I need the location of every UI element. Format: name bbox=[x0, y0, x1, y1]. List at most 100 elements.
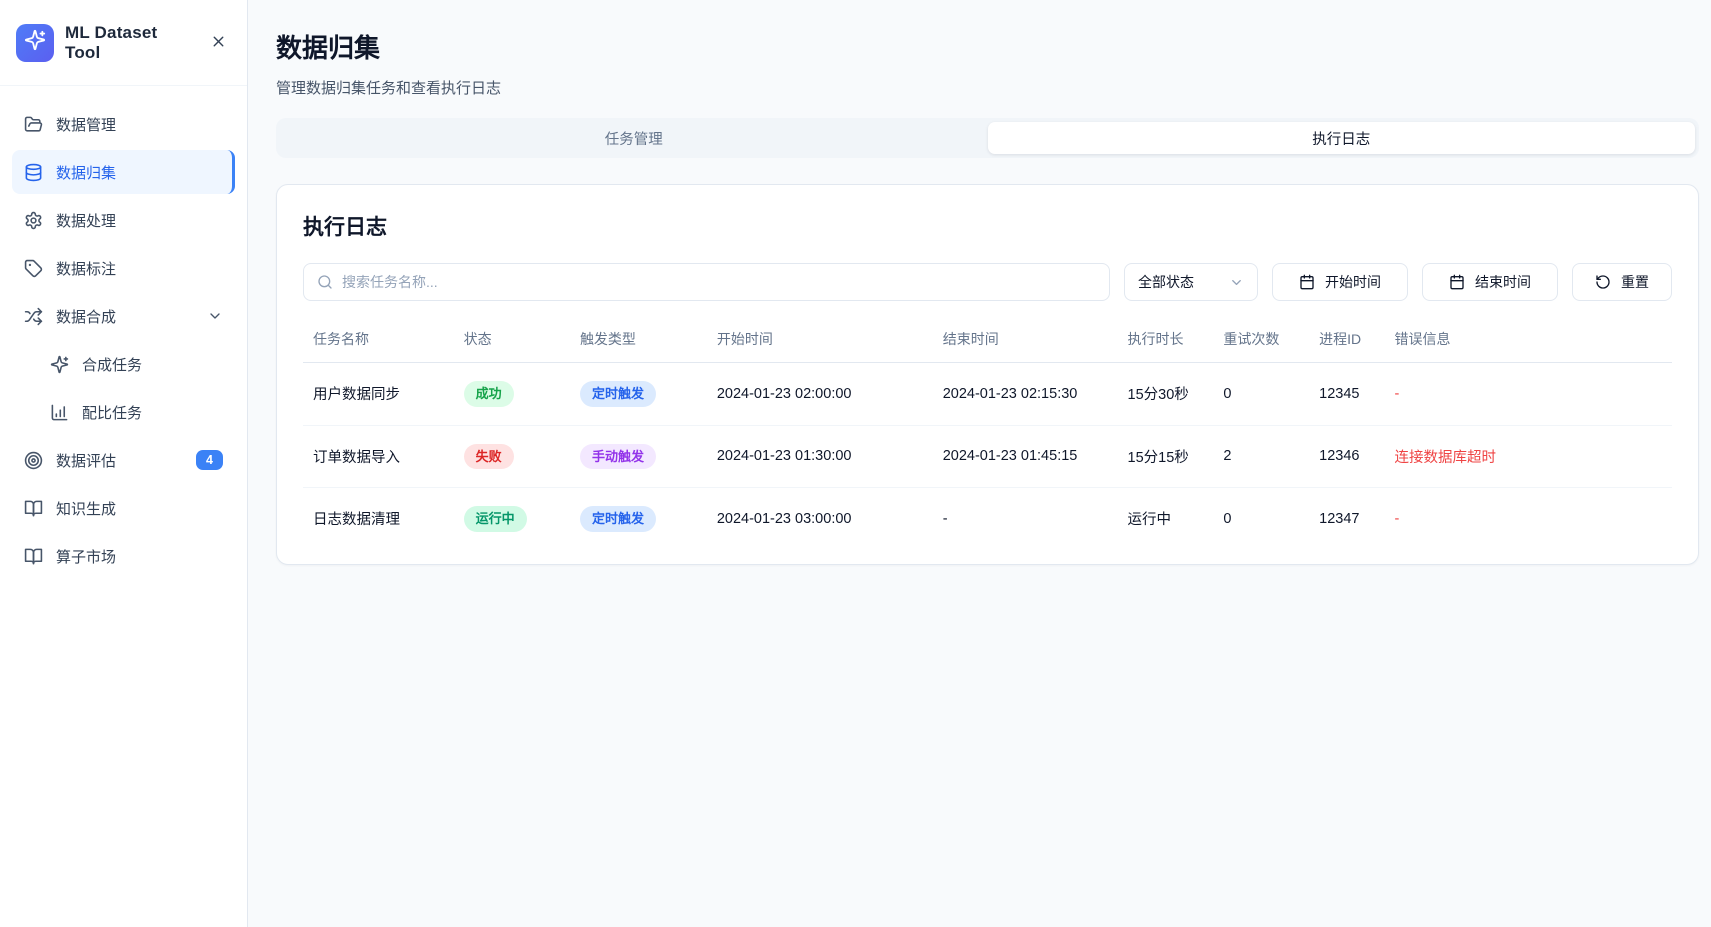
bar-chart-icon bbox=[50, 403, 69, 422]
filter-bar: 全部状态 开始时间 结束时间 bbox=[303, 263, 1672, 301]
tab-task-management[interactable]: 任务管理 bbox=[280, 122, 988, 154]
trigger-cell: 定时触发 bbox=[570, 488, 707, 550]
count-badge: 4 bbox=[196, 450, 223, 470]
sidebar-item-data-collection[interactable]: 数据归集 bbox=[12, 150, 235, 194]
duration-cell: 15分15秒 bbox=[1118, 425, 1214, 488]
tab-bar: 任务管理 执行日志 bbox=[276, 118, 1699, 158]
duration-cell: 运行中 bbox=[1118, 488, 1214, 550]
sidebar-item-data-evaluation[interactable]: 数据评估 4 bbox=[12, 438, 235, 482]
page-title: 数据归集 bbox=[276, 28, 1699, 65]
sidebar: ML Dataset Tool 数据管理数据归集数据处理数据标注数据合成合成任务… bbox=[0, 0, 248, 927]
status-filter-select[interactable]: 全部状态 bbox=[1124, 263, 1258, 301]
status-cell: 失败 bbox=[454, 425, 570, 488]
chevron-down-icon bbox=[207, 308, 223, 324]
status-badge: 成功 bbox=[464, 381, 514, 407]
sidebar-item-data-labeling[interactable]: 数据标注 bbox=[12, 246, 235, 290]
error-message-cell: - bbox=[1384, 363, 1672, 426]
book-open-icon bbox=[24, 499, 43, 518]
trigger-type-badge: 定时触发 bbox=[580, 381, 656, 407]
gear-icon bbox=[24, 211, 43, 230]
rotate-ccw-icon bbox=[1595, 274, 1611, 290]
tag-icon bbox=[24, 259, 43, 278]
sidebar-item-label: 数据评估 bbox=[56, 450, 183, 471]
trigger-type-badge: 定时触发 bbox=[580, 506, 656, 532]
calendar-icon bbox=[1449, 274, 1465, 290]
sparkles-icon bbox=[24, 29, 46, 56]
task-name-cell: 用户数据同步 bbox=[303, 363, 454, 426]
start-time-cell: 2024-01-23 01:30:00 bbox=[707, 425, 933, 488]
table-row: 用户数据同步成功 定时触发 2024-01-23 02:00:002024-01-2… bbox=[303, 363, 1672, 426]
start-time-button[interactable]: 开始时间 bbox=[1272, 263, 1408, 301]
end-time-label: 结束时间 bbox=[1475, 272, 1531, 292]
execution-logs-panel: 执行日志 全部状态 bbox=[276, 184, 1699, 565]
target-icon bbox=[24, 451, 43, 470]
column-header: 结束时间 bbox=[933, 315, 1118, 363]
pid-cell: 12345 bbox=[1309, 363, 1384, 426]
app-logo bbox=[16, 24, 54, 62]
reset-button[interactable]: 重置 bbox=[1572, 263, 1672, 301]
trigger-cell: 定时触发 bbox=[570, 363, 707, 426]
chevron-down-icon bbox=[1229, 275, 1244, 290]
status-cell: 成功 bbox=[454, 363, 570, 426]
sidebar-item-ratio-tasks[interactable]: 配比任务 bbox=[38, 390, 235, 434]
status-badge: 运行中 bbox=[464, 506, 527, 532]
page-subtitle: 管理数据归集任务和查看执行日志 bbox=[276, 77, 1699, 98]
column-header: 触发类型 bbox=[570, 315, 707, 363]
sidebar-item-label: 数据处理 bbox=[56, 210, 223, 231]
panel-title: 执行日志 bbox=[303, 211, 1672, 241]
sidebar-item-data-management[interactable]: 数据管理 bbox=[12, 102, 235, 146]
error-message-cell: - bbox=[1384, 488, 1672, 550]
main-content: 数据归集 管理数据归集任务和查看执行日志 任务管理 执行日志 执行日志 全部状态 bbox=[248, 0, 1711, 927]
retries-cell: 0 bbox=[1213, 363, 1309, 426]
log-table-body: 用户数据同步成功定时触发2024-01-23 02:00:002024-01-2… bbox=[303, 363, 1672, 550]
error-message-cell: 连接数据库超时 bbox=[1384, 425, 1672, 488]
status-badge: 失败 bbox=[464, 444, 514, 470]
column-header: 进程ID bbox=[1309, 315, 1384, 363]
task-name-cell: 日志数据清理 bbox=[303, 488, 454, 550]
end-time-button[interactable]: 结束时间 bbox=[1422, 263, 1558, 301]
sidebar-item-synthesis-tasks[interactable]: 合成任务 bbox=[38, 342, 235, 386]
retries-cell: 0 bbox=[1213, 488, 1309, 550]
duration-cell: 15分30秒 bbox=[1118, 363, 1214, 426]
tab-execution-logs[interactable]: 执行日志 bbox=[988, 122, 1696, 154]
table-row: 订单数据导入失败手动触发2024-01-23 01:30:002024-01-2… bbox=[303, 425, 1672, 488]
sidebar-item-operator-market[interactable]: 算子市场 bbox=[12, 534, 235, 578]
sidebar-item-label: 合成任务 bbox=[82, 354, 223, 375]
sidebar-close-button[interactable] bbox=[206, 29, 231, 57]
app-window: ML Dataset Tool 数据管理数据归集数据处理数据标注数据合成合成任务… bbox=[0, 0, 1711, 927]
calendar-icon bbox=[1299, 274, 1315, 290]
column-header: 开始时间 bbox=[707, 315, 933, 363]
sidebar-item-knowledge-generation[interactable]: 知识生成 bbox=[12, 486, 235, 530]
sidebar-item-label: 算子市场 bbox=[56, 546, 223, 567]
search-icon bbox=[317, 274, 333, 290]
sidebar-header: ML Dataset Tool bbox=[0, 0, 247, 86]
reset-label: 重置 bbox=[1621, 272, 1649, 292]
sidebar-item-label: 知识生成 bbox=[56, 498, 223, 519]
sidebar-item-label: 数据归集 bbox=[56, 162, 220, 183]
start-time-cell: 2024-01-23 03:00:00 bbox=[707, 488, 933, 550]
column-header: 错误信息 bbox=[1384, 315, 1672, 363]
database-icon bbox=[24, 163, 43, 182]
search-box[interactable] bbox=[303, 263, 1110, 301]
search-input[interactable] bbox=[342, 274, 1096, 290]
retries-cell: 2 bbox=[1213, 425, 1309, 488]
table-row: 日志数据清理运行中定时触发2024-01-23 03:00:00-运行中0123… bbox=[303, 488, 1672, 550]
column-header: 状态 bbox=[454, 315, 570, 363]
shuffle-icon bbox=[24, 307, 43, 326]
sidebar-item-data-processing[interactable]: 数据处理 bbox=[12, 198, 235, 242]
pid-cell: 12346 bbox=[1309, 425, 1384, 488]
end-time-cell: 2024-01-23 02:15:30 bbox=[933, 363, 1118, 426]
table-header-row: 任务名称状态触发类型开始时间结束时间执行时长重试次数进程ID错误信息 bbox=[303, 315, 1672, 363]
sparkles-icon bbox=[50, 355, 69, 374]
pid-cell: 12347 bbox=[1309, 488, 1384, 550]
end-time-cell: - bbox=[933, 488, 1118, 550]
sidebar-item-label: 配比任务 bbox=[82, 402, 223, 423]
sidebar-item-data-synthesis[interactable]: 数据合成 bbox=[12, 294, 235, 338]
folder-open-icon bbox=[24, 115, 43, 134]
app-title: ML Dataset Tool bbox=[65, 23, 195, 63]
start-time-cell: 2024-01-23 02:00:00 bbox=[707, 363, 933, 426]
execution-log-table: 任务名称状态触发类型开始时间结束时间执行时长重试次数进程ID错误信息 用户数据同… bbox=[303, 315, 1672, 550]
sidebar-nav: 数据管理数据归集数据处理数据标注数据合成合成任务配比任务数据评估 4 知识生成算子市… bbox=[0, 86, 247, 598]
trigger-type-badge: 手动触发 bbox=[580, 444, 656, 470]
status-cell: 运行中 bbox=[454, 488, 570, 550]
